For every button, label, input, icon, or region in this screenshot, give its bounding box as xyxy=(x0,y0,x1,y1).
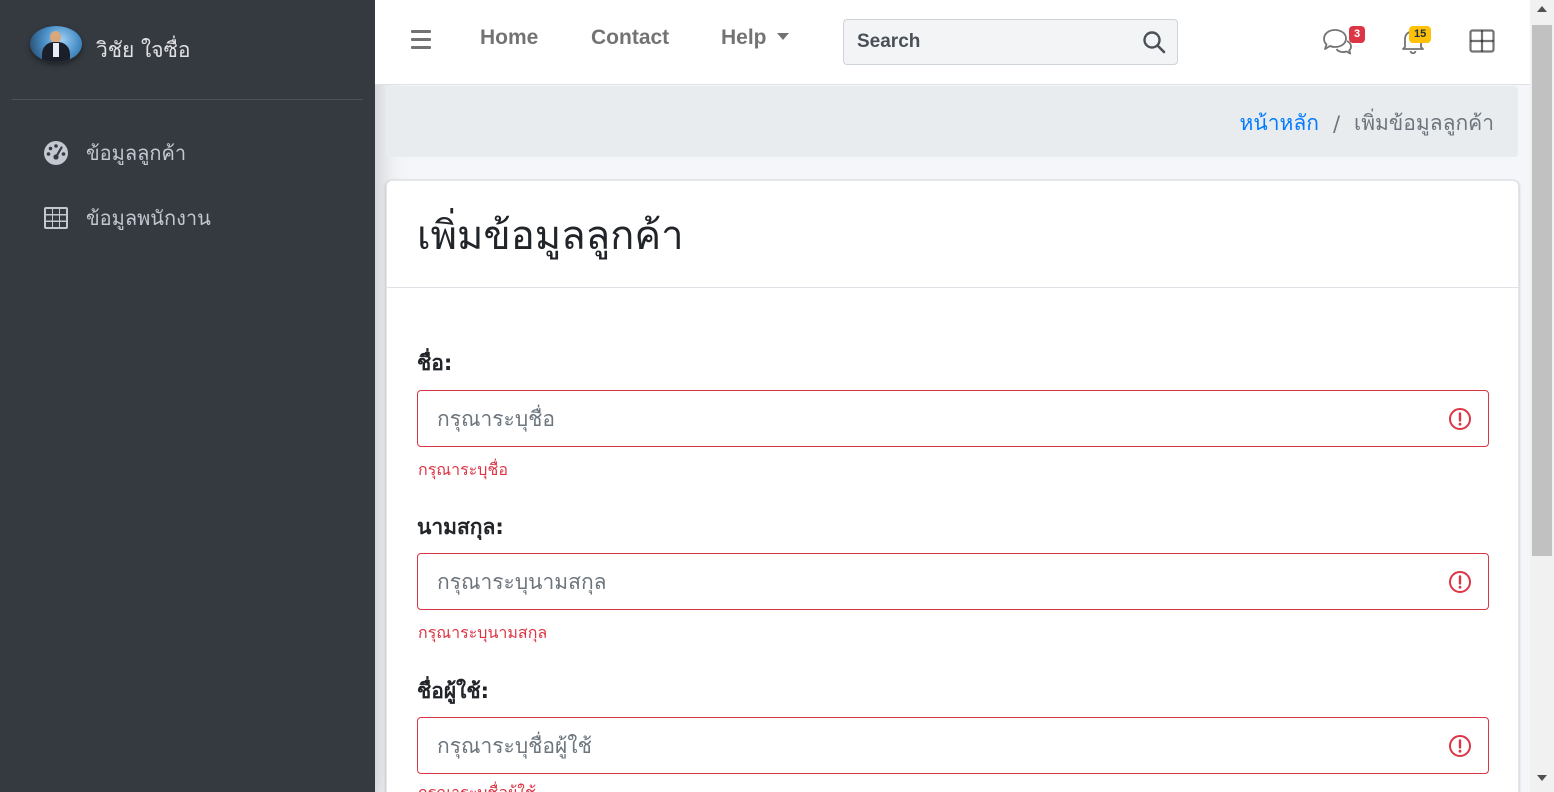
search-icon[interactable] xyxy=(1141,29,1167,55)
username-field xyxy=(417,717,1489,774)
username-error: กรุณาระบุชื่อผู้ใช้ xyxy=(418,781,536,792)
breadcrumb-home-link[interactable]: หน้าหลัก xyxy=(1240,107,1319,140)
card-header: เพิ่มข้อมูลลูกค้า xyxy=(387,181,1518,288)
scroll-thumb[interactable] xyxy=(1532,25,1552,556)
top-navbar: Home Contact Help 3 15 xyxy=(375,0,1530,85)
sidebar-item-customers[interactable]: ข้อมูลลูกค้า xyxy=(30,130,360,176)
error-icon xyxy=(1448,407,1472,431)
error-icon xyxy=(1448,570,1472,594)
bell-icon xyxy=(1398,29,1428,60)
tachometer-icon xyxy=(42,139,70,167)
search-input[interactable] xyxy=(844,20,1134,64)
scroll-up-arrow-icon[interactable] xyxy=(1537,6,1547,12)
lastname-field xyxy=(417,553,1489,610)
messages-badge: 3 xyxy=(1349,26,1366,43)
firstname-label: ชื่อ: xyxy=(417,351,453,375)
hamburger-icon[interactable] xyxy=(411,30,431,52)
username-input[interactable] xyxy=(418,718,1428,773)
lastname-label: นามสกุล: xyxy=(417,515,504,539)
form-card: เพิ่มข้อมูลลูกค้า ชื่อ: กรุณาระบุชื่อ นา… xyxy=(386,180,1519,792)
lastname-input[interactable] xyxy=(418,554,1428,609)
firstname-input[interactable] xyxy=(418,391,1428,446)
firstname-error: กรุณาระบุชื่อ xyxy=(418,460,508,479)
user-avatar xyxy=(30,26,82,62)
notifications-badge: 15 xyxy=(1409,26,1432,43)
nav-dropdown-help[interactable]: Help xyxy=(721,26,789,50)
breadcrumb-current: เพิ่มข้อมูลลูกค้า xyxy=(1354,111,1494,135)
breadcrumb-separator: / xyxy=(1332,111,1341,136)
firstname-field xyxy=(417,390,1489,447)
brand-name: วิชัย ใจซื่อ xyxy=(96,38,191,62)
messages-button[interactable]: 3 xyxy=(1320,26,1366,60)
apps-button[interactable] xyxy=(1468,28,1502,62)
sidebar-item-label: ข้อมูลลูกค้า xyxy=(86,141,187,165)
sidebar-item-label: ข้อมูลพนักงาน xyxy=(86,206,211,230)
nav-link-help-label: Help xyxy=(721,26,767,49)
breadcrumb: หน้าหลัก / เพิ่มข้อมูลลูกค้า xyxy=(1240,107,1494,140)
scroll-down-arrow-icon[interactable] xyxy=(1537,775,1547,781)
lastname-error: กรุณาระบุนามสกุล xyxy=(418,623,548,642)
nav-link-contact[interactable]: Contact xyxy=(591,26,669,50)
table-icon xyxy=(42,204,70,232)
caret-down-icon xyxy=(776,32,789,40)
page-title: เพิ่มข้อมูลลูกค้า xyxy=(417,213,684,259)
comments-icon xyxy=(1320,29,1354,60)
sidebar: วิชัย ใจซื่อ ข้อมูลลูกค้า ข้อมูลพนักงาน xyxy=(0,0,375,792)
error-icon xyxy=(1448,734,1472,758)
nav-link-home[interactable]: Home xyxy=(480,26,538,50)
username-label: ชื่อผู้ใช้: xyxy=(417,679,490,703)
brand-link[interactable]: วิชัย ใจซื่อ xyxy=(12,0,363,100)
breadcrumb-bar: หน้าหลัก / เพิ่มข้อมูลลูกค้า xyxy=(386,86,1518,157)
grid-icon xyxy=(1468,29,1496,60)
sidebar-item-employees[interactable]: ข้อมูลพนักงาน xyxy=(30,195,360,241)
search-box xyxy=(843,19,1178,65)
notifications-button[interactable]: 15 xyxy=(1398,26,1432,60)
page-scrollbar[interactable] xyxy=(1530,0,1554,792)
